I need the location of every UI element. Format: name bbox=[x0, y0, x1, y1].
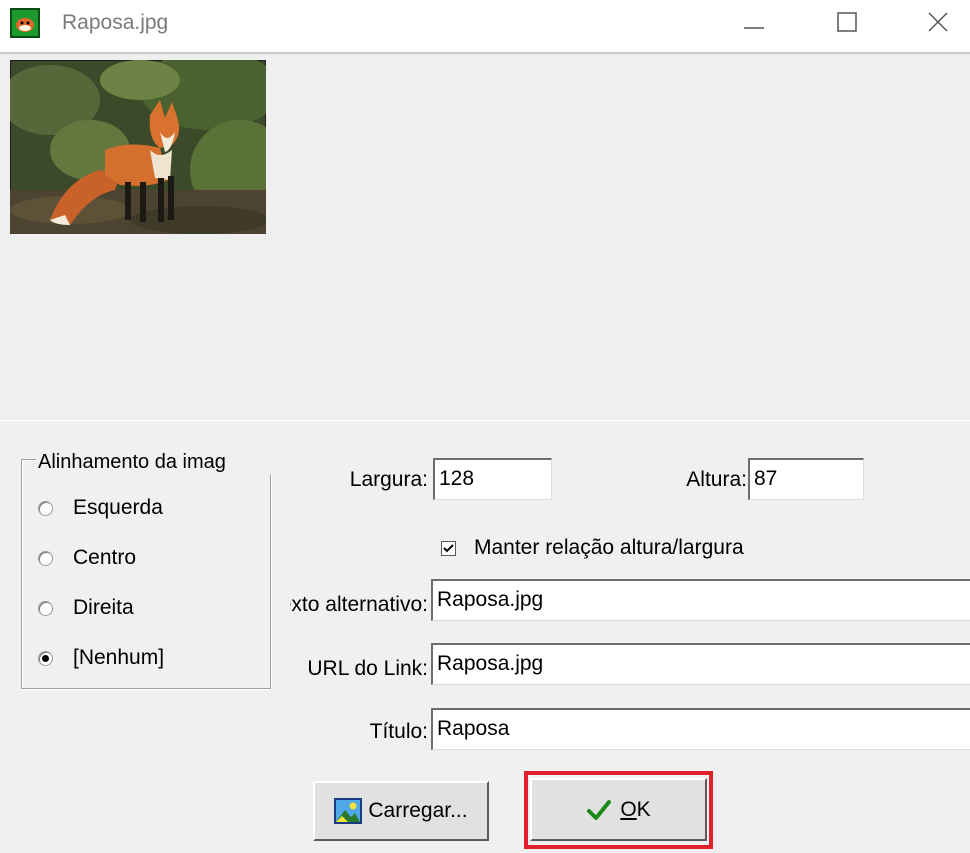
close-icon bbox=[928, 12, 948, 32]
keep-ratio-checkbox[interactable] bbox=[441, 540, 456, 556]
radio-centro[interactable]: Centro bbox=[38, 544, 258, 572]
height-input[interactable]: 87 bbox=[748, 458, 864, 500]
ok-button-label: OK bbox=[620, 797, 651, 821]
checkmark-icon bbox=[586, 798, 612, 822]
maximize-button[interactable] bbox=[826, 8, 866, 38]
alt-text-input[interactable]: Raposa.jpg bbox=[431, 579, 970, 621]
radio-button[interactable] bbox=[38, 500, 53, 516]
width-input[interactable]: 128 bbox=[433, 458, 552, 500]
keep-ratio-checkbox-row[interactable]: Manter relação altura/largura bbox=[441, 534, 744, 562]
ok-button[interactable]: OK bbox=[530, 778, 707, 841]
radio-label: Esquerda bbox=[73, 496, 163, 519]
checkmark-icon bbox=[443, 543, 454, 552]
radio-direita[interactable]: Direita bbox=[38, 594, 258, 622]
close-button[interactable] bbox=[918, 8, 958, 38]
alt-text-label: Texto alternativo: bbox=[290, 593, 428, 616]
radio-button-selected[interactable] bbox=[38, 650, 53, 666]
radio-label: Direita bbox=[73, 596, 134, 619]
minimize-icon bbox=[744, 27, 764, 29]
title-label: Título: bbox=[369, 720, 428, 743]
link-url-label: URL do Link: bbox=[307, 657, 428, 680]
link-url-input[interactable]: Raposa.jpg bbox=[431, 643, 970, 685]
width-label: Largura: bbox=[349, 468, 428, 491]
window-title: Raposa.jpg bbox=[62, 11, 169, 34]
radio-button[interactable] bbox=[38, 600, 53, 616]
title-bar: Raposa.jpg bbox=[0, 0, 970, 52]
image-icon bbox=[334, 798, 363, 824]
radio-label: Centro bbox=[73, 546, 137, 569]
keep-ratio-label: Manter relação altura/largura bbox=[474, 536, 744, 559]
minimize-button[interactable] bbox=[734, 8, 774, 38]
load-button[interactable]: Carregar... bbox=[313, 781, 489, 841]
fox-image-preview bbox=[0, 50, 290, 234]
fox-app-icon bbox=[10, 8, 40, 38]
radio-label: [Nenhum] bbox=[73, 646, 165, 669]
radio-button[interactable] bbox=[38, 550, 53, 566]
radio-esquerda[interactable]: Esquerda bbox=[38, 494, 258, 522]
height-label: Altura: bbox=[686, 468, 747, 491]
title-input[interactable]: Raposa bbox=[431, 708, 970, 750]
load-button-label: Carregar... bbox=[368, 799, 468, 822]
radio-nenhum[interactable]: [Nenhum] bbox=[38, 644, 258, 672]
maximize-icon bbox=[837, 12, 857, 32]
alignment-group-title: Alinhamento da imag bbox=[36, 450, 278, 474]
